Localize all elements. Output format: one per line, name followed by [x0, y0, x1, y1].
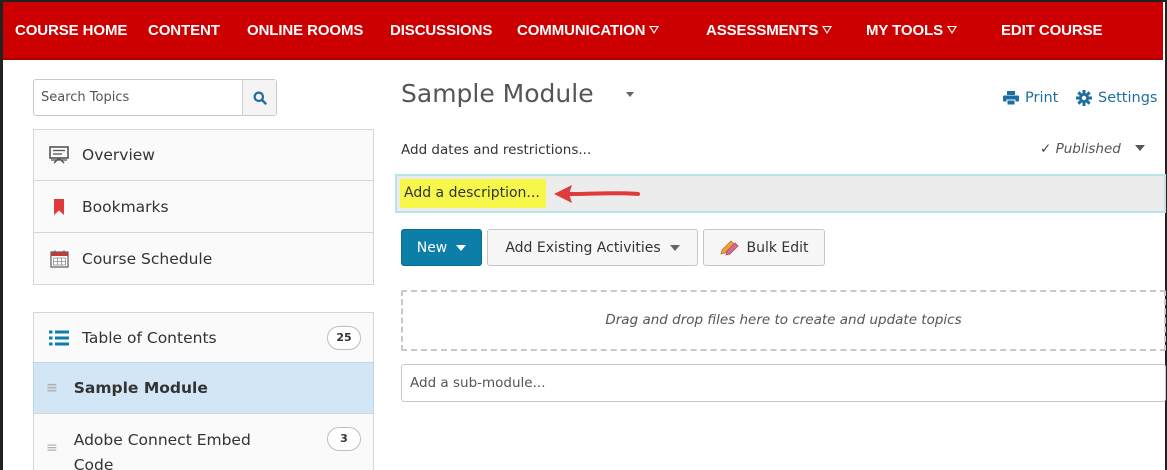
sidebar-item-label: Bookmarks	[82, 197, 169, 216]
module-item-adobe-connect[interactable]: ≡ Adobe Connect Embed Code 3	[33, 413, 374, 470]
new-button[interactable]: New	[401, 229, 482, 266]
sidebar-item-label: Course Schedule	[82, 249, 213, 268]
drag-handle-icon[interactable]: ≡	[46, 380, 58, 396]
nav-assessments[interactable]: ASSESSMENTS	[706, 2, 833, 60]
drag-handle-icon[interactable]: ≡	[46, 440, 58, 456]
search-input[interactable]	[34, 80, 244, 115]
module-label: Sample Module	[73, 379, 208, 397]
bookmark-icon	[48, 198, 70, 216]
bulk-edit-button[interactable]: Bulk Edit	[703, 229, 825, 266]
nav-discussions[interactable]: DISCUSSIONS	[390, 2, 492, 60]
nav-online-rooms[interactable]: ONLINE ROOMS	[247, 2, 363, 60]
nav-label: DISCUSSIONS	[390, 22, 493, 39]
file-dropzone[interactable]: Drag and drop files here to create and u…	[401, 290, 1166, 351]
checkmark-icon: ✓	[1040, 141, 1052, 157]
nav-label: COMMUNICATION	[517, 22, 646, 39]
publish-status-dropdown[interactable]: ✓ Published	[1040, 141, 1146, 157]
add-submodule-field[interactable]: Add a sub-module...	[401, 364, 1166, 402]
top-nav-bar: COURSE HOME CONTENT ONLINE ROOMS DISCUSS…	[3, 2, 1163, 60]
calendar-icon	[48, 250, 70, 268]
nav-edit-course[interactable]: EDIT COURSE	[1001, 2, 1103, 60]
nav-label: COURSE HOME	[15, 22, 128, 39]
count-badge: 3	[327, 427, 361, 451]
nav-label: ONLINE ROOMS	[247, 22, 364, 39]
sidebar-item-overview[interactable]: Overview	[33, 129, 374, 181]
sidebar-item-course-schedule[interactable]: Course Schedule	[33, 232, 374, 285]
gear-icon	[1076, 90, 1092, 106]
title-menu-caret-icon[interactable]	[626, 92, 634, 97]
nav-label: MY TOOLS	[866, 22, 943, 39]
chevron-down-icon	[1135, 145, 1146, 151]
sidebar-item-bookmarks[interactable]: Bookmarks	[33, 180, 374, 233]
chevron-down-icon	[947, 26, 957, 34]
nav-label: ASSESSMENTS	[706, 22, 819, 39]
search-button[interactable]	[242, 80, 276, 115]
status-label: Published	[1055, 141, 1121, 157]
nav-my-tools[interactable]: MY TOOLS	[866, 2, 957, 60]
topic-search	[33, 79, 277, 116]
search-icon	[253, 91, 267, 105]
print-link[interactable]: Print	[1003, 90, 1058, 106]
chevron-down-icon	[456, 244, 467, 251]
nav-communication[interactable]: COMMUNICATION	[517, 2, 660, 60]
module-label: Adobe Connect Embed Code	[73, 431, 251, 470]
sidebar-item-label: Overview	[82, 146, 155, 164]
add-dates-link[interactable]: Add dates and restrictions...	[401, 142, 591, 158]
chevron-down-icon	[649, 26, 660, 34]
nav-label: CONTENT	[148, 22, 220, 39]
chevron-down-icon	[669, 244, 680, 251]
print-label: Print	[1025, 90, 1059, 106]
chevron-down-icon	[822, 26, 833, 34]
nav-course-home[interactable]: COURSE HOME	[15, 2, 127, 60]
sidebar-item-table-of-contents[interactable]: Table of Contents 25	[33, 312, 374, 363]
printer-icon	[1003, 91, 1019, 105]
add-existing-activities-button[interactable]: Add Existing Activities	[487, 229, 698, 266]
new-label: New	[416, 239, 448, 256]
nav-label: EDIT COURSE	[1001, 22, 1103, 39]
settings-label: Settings	[1098, 90, 1158, 106]
sidebar-item-label: Table of Contents	[82, 328, 217, 347]
module-item-sample-module[interactable]: ≡ Sample Module	[33, 362, 374, 414]
page-title: Sample Module	[401, 79, 594, 108]
description-placeholder: Add a description...	[400, 179, 546, 208]
bulk-label: Bulk Edit	[746, 239, 809, 256]
list-icon	[48, 330, 70, 346]
pencil-icon	[720, 239, 740, 256]
red-arrow-annotation-icon	[554, 185, 640, 203]
nav-content[interactable]: CONTENT	[148, 2, 220, 60]
existing-label: Add Existing Activities	[505, 239, 661, 256]
count-badge: 25	[327, 325, 361, 350]
settings-link[interactable]: Settings	[1076, 90, 1157, 106]
overview-icon	[48, 146, 70, 164]
description-field[interactable]: Add a description...	[395, 174, 1166, 213]
